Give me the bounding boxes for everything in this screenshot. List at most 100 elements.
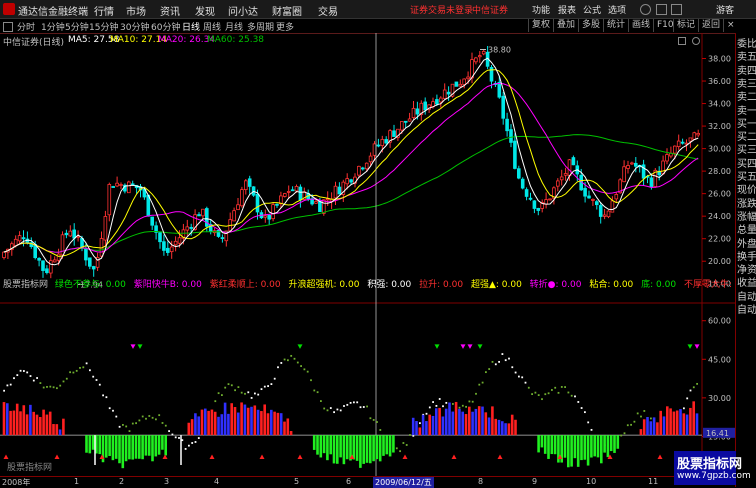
stats-button[interactable]: 统计	[603, 19, 628, 32]
user-icon[interactable]	[640, 4, 651, 15]
back-button[interactable]: 返回	[698, 19, 723, 32]
tab-weekly[interactable]: 周线	[203, 20, 221, 33]
histogram-bar-up	[507, 423, 511, 436]
oscillator-dot	[227, 383, 230, 386]
guest-label[interactable]: 游客	[716, 3, 734, 16]
tab-30min[interactable]: 30分钟	[120, 20, 149, 33]
oscillator-dot	[161, 422, 164, 424]
oscillator-dot	[481, 381, 484, 384]
candle	[247, 178, 252, 187]
broker-name[interactable]: 中信证券	[472, 3, 508, 16]
oscillator-dot	[650, 417, 652, 420]
candle	[661, 160, 665, 175]
histogram-bar-up	[662, 416, 666, 436]
menu-market[interactable]: 市场	[126, 3, 146, 18]
draw-button[interactable]: 画线	[628, 19, 653, 32]
mail-icon[interactable]	[656, 4, 667, 15]
oscillator-dot	[293, 357, 296, 360]
menu-options[interactable]: 选项	[608, 3, 626, 16]
legend-item: 粘合: 0.00	[589, 280, 634, 290]
candle	[403, 120, 408, 123]
tab-60min[interactable]: 60分钟	[151, 20, 180, 33]
menu-quotes[interactable]: 行情	[94, 3, 114, 18]
tab-15min[interactable]: 15分钟	[89, 20, 118, 33]
menu-wealth[interactable]: 财富圈	[272, 3, 302, 18]
candle	[119, 184, 123, 186]
histogram-bar-down	[342, 435, 346, 465]
chart-option-icon[interactable]	[678, 37, 686, 45]
oscillator-dot	[323, 407, 326, 410]
histogram-bar-up	[438, 407, 441, 436]
histogram-bar-up	[477, 406, 481, 436]
oscillator-dot	[131, 422, 134, 425]
oscillator-dot	[224, 386, 227, 389]
signal-marker	[434, 344, 440, 349]
histogram-bar-down	[147, 435, 151, 456]
mark-button[interactable]: 标记	[673, 19, 698, 32]
menu-report[interactable]: 报表	[558, 3, 576, 16]
menu-trade[interactable]: 交易	[318, 3, 338, 18]
oscillator-dot	[630, 423, 632, 426]
oscillator-dot	[234, 389, 236, 392]
menu-news[interactable]: 资讯	[160, 3, 180, 18]
login-notice[interactable]: 证券交易未登录	[410, 3, 473, 16]
indicator-legend: 股票指标网 绿色不参与: 0.00 紫阳快牛B: 0.00 紫红柔顺上: 0.0…	[3, 277, 755, 290]
menu-ask[interactable]: 问小达	[228, 3, 258, 18]
histogram-bar-down	[378, 435, 382, 462]
oscillator-dot	[686, 397, 689, 400]
tab-monthly[interactable]: 月线	[225, 20, 243, 33]
oscillator-dot	[590, 428, 593, 431]
candle	[146, 194, 151, 217]
histogram-bar-up	[672, 411, 676, 436]
histogram-bar-up	[441, 416, 445, 436]
oscillator-dot	[118, 425, 121, 428]
menu-formula[interactable]: 公式	[583, 3, 601, 16]
histogram-bar-up	[666, 406, 669, 436]
signal-triangle	[451, 454, 457, 459]
tab-daily[interactable]: 日线	[182, 20, 200, 33]
multi-stock-button[interactable]: 多股	[578, 19, 603, 32]
histogram-bar-up	[217, 416, 220, 436]
candle	[684, 142, 689, 145]
oscillator-dot	[310, 379, 312, 382]
tab-more[interactable]: 更多	[276, 20, 294, 33]
oscillator-dot	[270, 383, 273, 386]
watermark-url: www.7gpzb.com	[677, 471, 751, 481]
candle	[423, 101, 427, 111]
signal-marker	[137, 344, 143, 349]
candle	[286, 191, 291, 193]
candle	[524, 189, 529, 197]
tab-5min[interactable]: 5分钟	[65, 20, 89, 33]
settings-icon[interactable]	[671, 4, 682, 15]
legend-item: 绿色不参与: 0.00	[54, 280, 126, 290]
side-panel-item[interactable]: 自动	[737, 301, 756, 316]
candle	[614, 194, 619, 200]
tab-1min[interactable]: 1分钟	[41, 20, 65, 33]
candle	[435, 99, 439, 105]
overlay-button[interactable]: 叠加	[553, 19, 578, 32]
candle	[337, 186, 342, 195]
oscillator-dot	[79, 367, 81, 369]
candle	[282, 193, 287, 197]
close-icon[interactable]: ×	[723, 19, 738, 32]
histogram-bar-down	[372, 435, 375, 462]
tab-intraday[interactable]: 分时	[17, 20, 35, 33]
histogram-bar-up	[639, 429, 643, 436]
oscillator-dot	[112, 409, 114, 412]
oscillator-dot	[461, 404, 464, 407]
oscillator-dot	[425, 412, 428, 415]
oscillator-dot	[273, 377, 276, 380]
menu-function[interactable]: 功能	[532, 3, 550, 16]
layout-icon[interactable]	[3, 22, 13, 32]
menu-discover[interactable]: 发现	[195, 3, 215, 18]
histogram-bar-up	[29, 404, 32, 436]
chart-zoom-icon[interactable]	[692, 37, 700, 45]
tab-multi-period[interactable]: 多周期	[247, 20, 274, 33]
oscillator-dot	[56, 387, 58, 390]
histogram-bar-up	[458, 408, 461, 436]
kline-chart[interactable]: 38.00 36.00 34.00 32.00 30.00 28.00 26.00 24.00…	[0, 33, 735, 476]
candle	[345, 178, 349, 185]
candle	[271, 204, 275, 220]
candle	[680, 141, 685, 144]
adjust-button[interactable]: 复权	[528, 19, 553, 32]
